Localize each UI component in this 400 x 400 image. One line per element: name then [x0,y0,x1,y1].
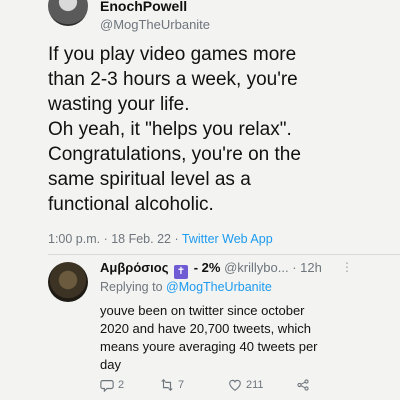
reply-time[interactable]: · 12h [292,260,322,275]
reply-text-line: means youre averaging 40 tweets per [100,339,318,354]
heart-icon [229,379,241,391]
reply-action[interactable]: 2 [100,378,124,392]
reply-text-line: 2020 and have 20,700 tweets, which [100,321,312,336]
author-display-name[interactable]: EnochPowell [100,0,187,14]
avatar[interactable] [48,0,88,26]
tweet-text-line: same spiritual level as a [48,169,251,190]
reply-display-name[interactable]: Αμβρόσιος [100,260,168,275]
replying-to-label: Replying to [100,280,167,294]
tweet-timestamp[interactable]: 1:00 p.m. · 18 Feb. 22 · [48,232,182,246]
retweet-action[interactable]: 7 [160,378,184,392]
like-action[interactable]: 211 [228,378,264,392]
like-count: 211 [246,379,264,391]
tweet-text-line: than 2-3 hours a week, you're [48,69,298,90]
tweet-text-line: If you play video games more [48,44,297,65]
more-menu-icon[interactable]: ⋮ [341,260,353,274]
tweet-text-line: functional alcoholic. [48,194,214,215]
reply-avatar[interactable] [48,262,88,302]
cross-badge-icon: ✝ [174,265,189,279]
tweet-meta: 1:00 p.m. · 18 Feb. 22 · Twitter Web App [48,232,273,246]
reply-text-line: day [100,357,121,372]
reply-count: 2 [118,379,125,391]
tweet-text-line: wasting your life. [48,94,190,115]
replying-to: Replying to @MogTheUrbanite [100,280,272,294]
retweet-icon [161,378,173,392]
reply-header: Αμβρόσιος ✝ - 2% @krillybo... · 12h [100,260,400,279]
replying-to-mention[interactable]: @MogTheUrbanite [166,280,272,294]
tweet-text-line: Congratulations, you're on the [48,144,301,165]
reply-text-line: youve been on twitter since october [100,303,305,318]
share-action[interactable] [296,378,310,392]
author-handle[interactable]: @MogTheUrbanite [100,17,210,32]
tweet-source-app[interactable]: Twitter Web App [182,232,273,246]
reply-handle[interactable]: @krillybo... [224,260,289,275]
retweet-count: 7 [178,379,185,391]
reply-text: youve been on twitter since october 2020… [100,302,390,374]
divider [48,254,400,255]
comment-icon [100,380,114,392]
tweet-text-line: Oh yeah, it "helps you relax". [48,119,292,140]
share-icon [297,379,309,391]
tweet-text: If you play video games more than 2-3 ho… [48,42,393,217]
reply-name-suffix: - 2% [193,260,221,275]
